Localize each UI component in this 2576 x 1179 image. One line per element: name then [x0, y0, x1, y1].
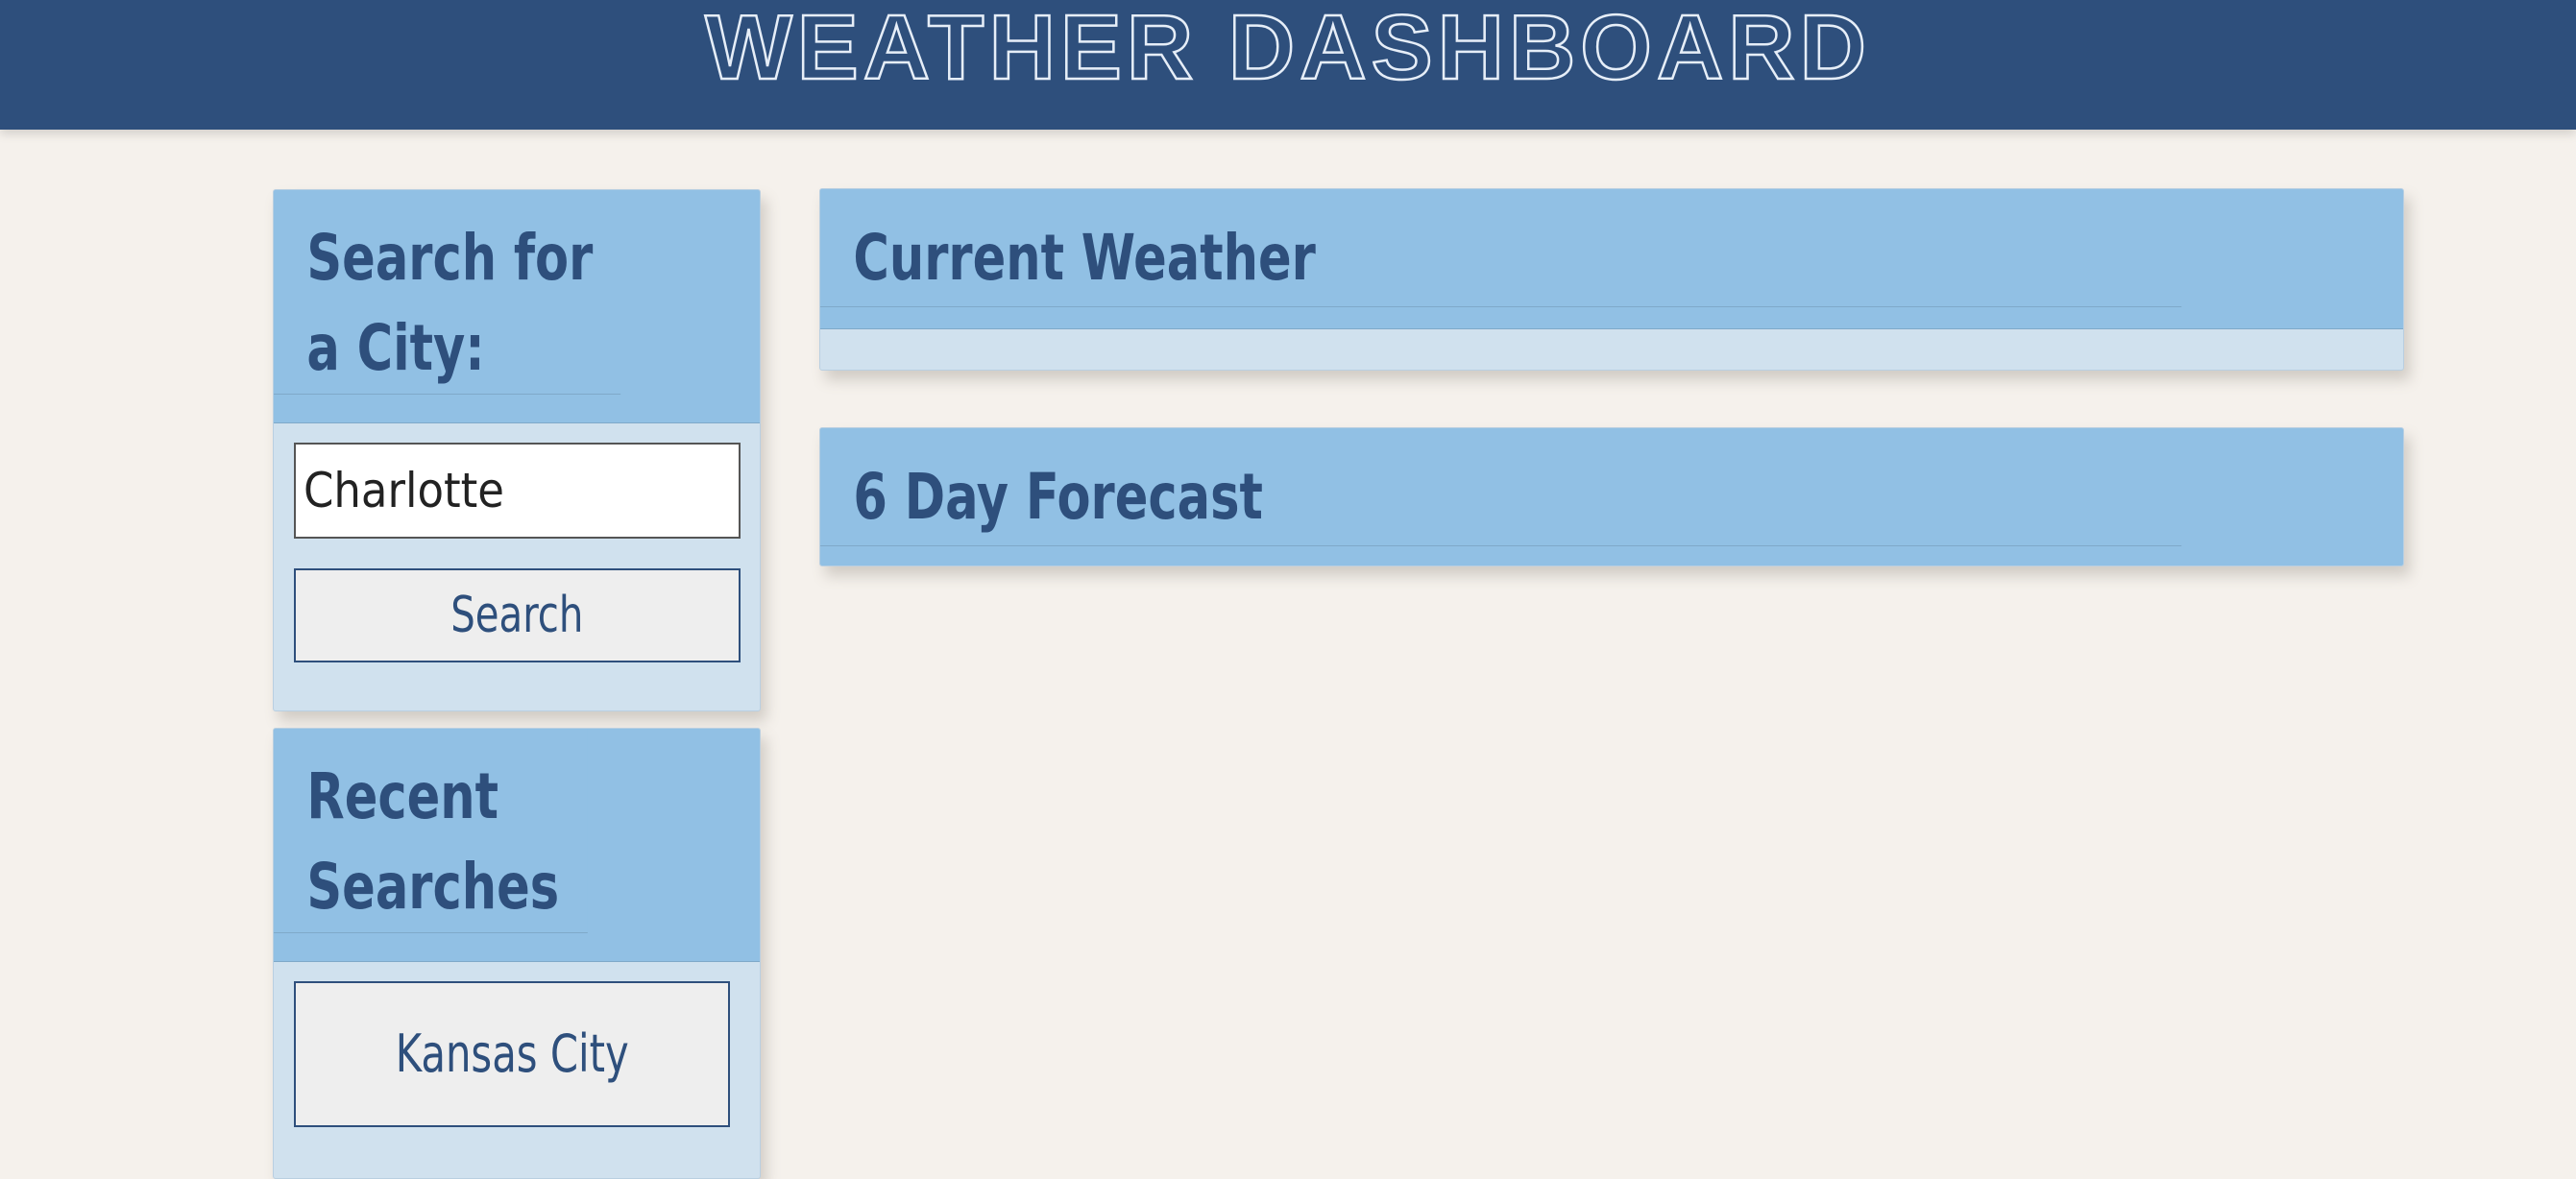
forecast-panel: 6 Day Forecast	[819, 427, 2404, 566]
search-button-label: Search	[450, 587, 584, 644]
recent-searches-heading: Recent Searches	[274, 729, 588, 933]
current-weather-header: Current Weather	[820, 189, 2403, 329]
current-weather-heading: Current Weather	[820, 189, 2182, 307]
recent-searches-panel: Recent Searches Kansas City	[273, 728, 761, 1179]
recent-search-item-label: Kansas City	[395, 1023, 629, 1084]
forecast-heading: 6 Day Forecast	[820, 428, 2182, 546]
search-heading: Search for a City:	[274, 190, 621, 395]
recent-searches-header: Recent Searches	[274, 729, 760, 962]
app-header: WEATHER DASHBOARD	[0, 0, 2576, 130]
city-search-input[interactable]	[294, 443, 741, 539]
forecast-header: 6 Day Forecast	[820, 428, 2403, 565]
current-weather-panel: Current Weather	[819, 188, 2404, 371]
recent-search-item[interactable]: Kansas City	[294, 981, 730, 1127]
current-weather-body	[820, 329, 2403, 370]
page-title: WEATHER DASHBOARD	[704, 0, 1871, 99]
search-button[interactable]: Search	[294, 568, 741, 662]
search-panel-header: Search for a City:	[274, 190, 760, 423]
search-panel: Search for a City: Search	[273, 189, 761, 711]
